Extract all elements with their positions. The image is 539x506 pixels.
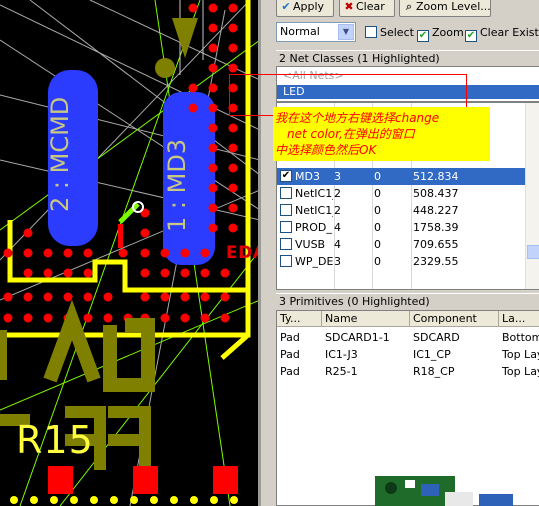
select-checkbox-label: Select	[380, 26, 414, 39]
silk-glyphs	[0, 299, 155, 392]
clear-icon: ✖	[344, 0, 354, 13]
net-node-count: 2	[334, 204, 341, 217]
column-component[interactable]: Component	[410, 311, 499, 327]
apply-icon: ✔	[281, 0, 291, 13]
primitive-type: Pad	[280, 348, 300, 361]
net-row[interactable]: VUSB 4 0 709.655	[277, 236, 527, 253]
bottom-pads	[48, 466, 238, 494]
primitive-type: Pad	[280, 365, 300, 378]
net-node-count: 4	[334, 238, 341, 251]
net-visible-checkbox[interactable]	[280, 238, 292, 250]
net-routed-count: 0	[374, 170, 381, 183]
nets-scrollbar-thumb[interactable]	[527, 245, 539, 259]
net-row[interactable]: NetIC1_ 2 0 508.437	[277, 185, 527, 202]
net-name: NetIC1_	[295, 204, 333, 217]
column-name[interactable]: Name	[322, 311, 410, 327]
net-visible-checkbox[interactable]: ✔	[280, 170, 292, 182]
zoom-level-button[interactable]: ⌕ Zoom Level...	[399, 0, 491, 17]
primitive-layer: Top Lay	[502, 365, 539, 378]
zoom-checkbox-box[interactable]: ✔	[417, 30, 429, 42]
clear-existing-checkbox[interactable]: ✔Clear Existing	[465, 25, 539, 42]
column-type[interactable]: Ty...	[277, 311, 322, 327]
pcb-canvas[interactable]: 2 : MCMD 1 : MD3 R15	[0, 0, 260, 506]
net-routed-count: 0	[374, 255, 381, 268]
nets-scrollbar[interactable]	[525, 103, 539, 289]
pin1-marker	[172, 18, 198, 58]
primitive-component: SDCARD	[413, 331, 460, 344]
net-name: MD3	[295, 170, 320, 183]
select-checkbox[interactable]: Select	[365, 25, 414, 40]
apply-label: Apply	[293, 0, 325, 13]
net-routed-count: 0	[374, 187, 381, 200]
net-name: VUSB	[295, 238, 326, 251]
select-checkbox-box[interactable]	[365, 26, 377, 38]
net-routed-count: 0	[374, 238, 381, 251]
clear-button[interactable]: ✖ Clear	[339, 0, 395, 17]
primitive-name: IC1-J3	[325, 348, 358, 361]
net-length: 448.227	[413, 204, 459, 217]
clear-existing-checkbox-label: Clear Existing	[480, 26, 539, 39]
net-visible-checkbox[interactable]	[280, 204, 292, 216]
net-row[interactable]: WP_DE 3 0 2329.55	[277, 253, 527, 270]
net-length: 512.834	[413, 170, 459, 183]
net-length: 508.437	[413, 187, 459, 200]
column-layer[interactable]: La...	[499, 311, 539, 327]
net-node-count: 3	[334, 170, 341, 183]
zoom-checkbox-label: Zoom	[432, 26, 464, 39]
net-length: 1758.39	[413, 221, 459, 234]
net-name: PROD_	[295, 221, 332, 234]
clear-existing-checkbox-box[interactable]: ✔	[465, 30, 477, 42]
net-routed-count: 0	[374, 204, 381, 217]
primitives-column-headers: Ty... Name Component La...	[277, 311, 539, 327]
net-row[interactable]: PROD_ 4 0 1758.39	[277, 219, 527, 236]
net-node-count: 3	[334, 255, 341, 268]
net-classes-header: 2 Net Classes (1 Highlighted)	[276, 50, 539, 66]
callout-line-3: 中选择颜色然后OK	[275, 143, 377, 157]
primitive-name: SDCARD1-1	[325, 331, 390, 344]
primitives-title: 3 Primitives (0 Highlighted)	[279, 295, 430, 308]
net-name: NetIC1_	[295, 187, 333, 200]
net-node-count: 4	[334, 221, 341, 234]
primitive-component: IC1_CP	[413, 348, 451, 361]
apply-button[interactable]: ✔ Apply	[276, 0, 334, 17]
chevron-down-icon[interactable]: ▼	[338, 24, 354, 40]
primitive-type: Pad	[280, 331, 300, 344]
zoom-level-label: Zoom Level...	[416, 0, 491, 13]
primitive-layer: Top Lay	[502, 348, 539, 361]
primitive-row[interactable]: Pad IC1-J3 IC1_CP Top Lay	[277, 346, 539, 363]
zoom-checkbox[interactable]: ✔ Zoom	[417, 25, 464, 42]
primitive-layer: Bottom L	[502, 331, 539, 344]
instruction-callout: 我在这个地方右键选择change net color,在弹出的窗口 中选择颜色然…	[273, 107, 490, 161]
clear-label: Clear	[356, 0, 385, 13]
primitives-header: 3 Primitives (0 Highlighted)	[276, 293, 539, 309]
magnifier-icon: ⌕	[405, 0, 413, 13]
board-preview	[375, 476, 513, 506]
net-node-count: 2	[334, 187, 341, 200]
primitive-row[interactable]: Pad R25-1 R18_CP Top Lay	[277, 363, 539, 380]
net-visible-checkbox[interactable]	[280, 221, 292, 233]
silk-label-mcmd: 2 : MCMD	[46, 96, 74, 212]
silk-label-md3: 1 : MD3	[163, 138, 191, 232]
callout-line-1: 我在这个地方右键选择change	[275, 111, 440, 125]
primitive-component: R18_CP	[413, 365, 455, 378]
silk-label-r15: R15	[16, 418, 94, 462]
net-row[interactable]: ✔ MD3 3 0 512.834	[277, 168, 527, 185]
net-visible-checkbox[interactable]	[280, 255, 292, 267]
callout-line-2: net color,在弹出的窗口	[287, 127, 415, 141]
net-name: WP_DE	[295, 255, 333, 268]
mask-mode-select[interactable]: Normal ▼	[276, 22, 356, 42]
net-length: 2329.55	[413, 255, 459, 268]
mask-mode-value: Normal	[280, 25, 320, 38]
net-routed-count: 0	[374, 221, 381, 234]
net-classes-title: 2 Net Classes (1 Highlighted)	[279, 52, 440, 65]
net-length: 709.655	[413, 238, 459, 251]
primitive-name: R25-1	[325, 365, 358, 378]
net-visible-checkbox[interactable]	[280, 187, 292, 199]
primitive-row[interactable]: Pad SDCARD1-1 SDCARD Bottom L	[277, 329, 539, 346]
net-row[interactable]: NetIC1_ 2 0 448.227	[277, 202, 527, 219]
